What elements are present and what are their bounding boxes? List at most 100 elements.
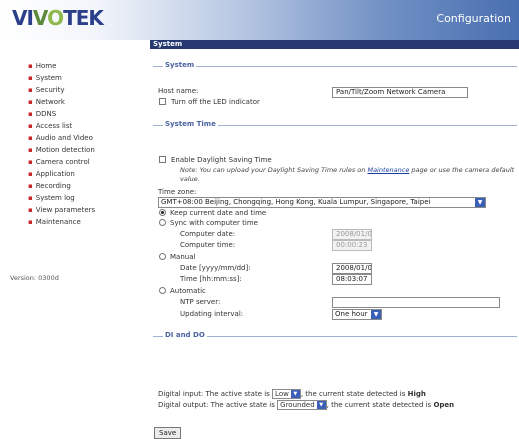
do-current-state: Open xyxy=(433,401,455,409)
sidebar-item-label: Home xyxy=(35,62,57,70)
computer-date-field: 2008/01/01 xyxy=(332,229,372,240)
sidebar-item-camera-control[interactable]: ▪ Camera control xyxy=(28,157,90,167)
bullet-icon: ▪ xyxy=(28,98,33,106)
sidebar-item-label: View parameters xyxy=(35,206,96,214)
timezone-select[interactable]: GMT+08:00 Beijing, Chongqing, Hong Kong,… xyxy=(158,197,486,208)
interval-selected-value: One hour xyxy=(335,310,368,318)
main-content: System System Host name: Pan/Tilt/Zoom N… xyxy=(150,40,519,439)
sidebar-item-label: Recording xyxy=(35,182,71,190)
sidebar-item-access-list[interactable]: ▪ Access list xyxy=(28,121,72,131)
bullet-icon: ▪ xyxy=(28,218,33,226)
host-name-label: Host name: xyxy=(158,87,199,95)
sidebar-nav: ▪ Home ▪ System ▪ Security ▪ Network ▪ DDNS ▪… xyxy=(0,40,150,437)
timezone-selected-value: GMT+08:00 Beijing, Chongqing, Hong Kong,… xyxy=(161,198,431,206)
computer-time-field: 00:00:23 xyxy=(332,240,372,251)
bullet-icon: ▪ xyxy=(28,206,33,214)
sidebar-item-ddns[interactable]: ▪ DDNS xyxy=(28,109,56,119)
keep-time-radio[interactable] xyxy=(159,209,166,216)
manual-label: Manual xyxy=(170,253,196,261)
manual-time-field[interactable]: 08:03:07 xyxy=(332,274,372,285)
dst-note-text: Note: You can upload your Daylight Savin… xyxy=(180,166,366,174)
page-title: Configuration xyxy=(436,12,511,25)
di-current-state: High xyxy=(407,390,426,398)
sync-computer-label: Sync with computer time xyxy=(170,219,258,227)
dst-checkbox[interactable] xyxy=(159,156,166,163)
di-active-state-select[interactable]: Low ▼ xyxy=(272,389,301,399)
bullet-icon: ▪ xyxy=(28,62,33,70)
manual-time-label: Time [hh:mm:ss]: xyxy=(180,275,242,283)
sidebar-item-motion-detection[interactable]: ▪ Motion detection xyxy=(28,145,95,155)
manual-date-field[interactable]: 2008/01/01 xyxy=(332,263,372,274)
updating-interval-label: Updating interval: xyxy=(180,310,244,318)
bullet-icon: ▪ xyxy=(28,110,33,118)
vivotek-logo: VIVOTEK xyxy=(12,6,104,30)
digital-input-text: Digital input: The active state is xyxy=(158,390,270,398)
sidebar-item-label: System xyxy=(35,74,62,82)
automatic-label: Automatic xyxy=(170,287,206,295)
sidebar-item-label: Network xyxy=(35,98,65,106)
logo-text-part: V xyxy=(32,6,48,30)
ntp-server-field[interactable] xyxy=(332,297,500,308)
sidebar-item-security[interactable]: ▪ Security xyxy=(28,85,65,95)
save-button[interactable]: Save xyxy=(154,427,182,439)
digital-output-row: Digital output: The active state is Grou… xyxy=(158,400,454,410)
sidebar-item-application[interactable]: ▪ Application xyxy=(28,169,75,179)
sidebar-item-label: System log xyxy=(35,194,75,202)
keep-time-label: Keep current date and time xyxy=(170,209,267,217)
sidebar-item-label: Audio and Video xyxy=(35,134,93,142)
chevron-down-icon: ▼ xyxy=(316,401,326,409)
group-label-system-time: System Time xyxy=(163,120,218,128)
group-label-system: System xyxy=(163,61,197,69)
digital-input-text: , the current state detected is xyxy=(300,390,406,398)
manual-date-label: Date [yyyy/mm/dd]: xyxy=(180,264,251,272)
bullet-icon: ▪ xyxy=(28,122,33,130)
digital-input-row: Digital input: The active state is Low ▼,… xyxy=(158,389,426,399)
group-label-di-do: DI and DO xyxy=(163,331,207,339)
computer-date-label: Computer date: xyxy=(180,230,236,238)
logo-text-part: TEK xyxy=(63,6,104,30)
digital-output-text: , the current state detected is xyxy=(326,401,432,409)
logo-text-part: O xyxy=(47,6,64,30)
led-checkbox-label: Turn off the LED indicator xyxy=(171,98,260,106)
bullet-icon: ▪ xyxy=(28,170,33,178)
sidebar-item-system[interactable]: ▪ System xyxy=(28,73,62,83)
bullet-icon: ▪ xyxy=(28,74,33,82)
sync-computer-radio[interactable] xyxy=(159,219,166,226)
chevron-down-icon: ▼ xyxy=(371,310,381,319)
updating-interval-select[interactable]: One hour ▼ xyxy=(332,309,382,320)
chevron-down-icon: ▼ xyxy=(475,198,485,207)
do-active-state-select[interactable]: Grounded ▼ xyxy=(277,400,327,410)
bullet-icon: ▪ xyxy=(28,134,33,142)
sidebar-item-view-parameters[interactable]: ▪ View parameters xyxy=(28,205,95,215)
sidebar-item-maintenance[interactable]: ▪ Maintenance xyxy=(28,217,81,227)
sidebar-item-label: Maintenance xyxy=(35,218,81,226)
bullet-icon: ▪ xyxy=(28,146,33,154)
dst-note: Note: You can upload your Daylight Savin… xyxy=(180,166,519,184)
sidebar-item-label: Access list xyxy=(35,122,73,130)
bullet-icon: ▪ xyxy=(28,182,33,190)
sidebar-item-label: Motion detection xyxy=(35,146,95,154)
maintenance-link[interactable]: Maintenance xyxy=(367,166,409,174)
header-banner: VIVOTEK Configuration xyxy=(0,0,519,40)
manual-radio[interactable] xyxy=(159,253,166,260)
ntp-server-label: NTP server: xyxy=(180,298,221,306)
sidebar-item-home[interactable]: ▪ Home xyxy=(28,61,56,71)
di-state-value: Low xyxy=(275,390,289,398)
bullet-icon: ▪ xyxy=(28,158,33,166)
sidebar-item-network[interactable]: ▪ Network xyxy=(28,97,65,107)
section-title-bar: System xyxy=(150,40,519,49)
do-state-value: Grounded xyxy=(280,401,315,409)
firmware-version: Version: 0300d xyxy=(10,274,59,282)
dst-checkbox-label: Enable Daylight Saving Time xyxy=(171,156,272,164)
sidebar-item-label: Application xyxy=(35,170,75,178)
sidebar-item-system-log[interactable]: ▪ System log xyxy=(28,193,75,203)
computer-time-label: Computer time: xyxy=(180,241,236,249)
led-checkbox[interactable] xyxy=(159,98,166,105)
bullet-icon: ▪ xyxy=(28,194,33,202)
digital-output-text: Digital output: The active state is xyxy=(158,401,275,409)
host-name-field[interactable]: Pan/Tilt/Zoom Network Camera xyxy=(332,87,468,98)
sidebar-item-recording[interactable]: ▪ Recording xyxy=(28,181,71,191)
automatic-radio[interactable] xyxy=(159,287,166,294)
sidebar-item-audio-video[interactable]: ▪ Audio and Video xyxy=(28,133,93,143)
timezone-label: Time zone: xyxy=(158,188,197,196)
